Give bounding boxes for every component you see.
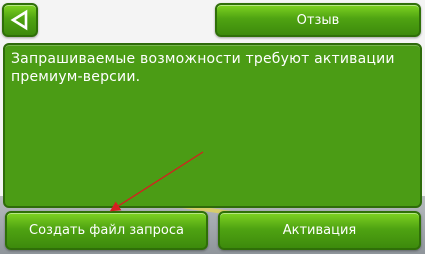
feedback-button-label: Отзыв xyxy=(296,12,340,28)
create-request-file-label: Создать файл запроса xyxy=(29,223,184,238)
feedback-button[interactable]: Отзыв xyxy=(215,3,421,37)
activation-label: Активация xyxy=(282,223,357,238)
create-request-file-button[interactable]: Создать файл запроса xyxy=(5,211,208,250)
message-text: Запрашиваемые возможности требуют актива… xyxy=(11,51,395,85)
back-button[interactable] xyxy=(2,3,38,37)
back-arrow-icon xyxy=(10,9,28,31)
message-panel: Запрашиваемые возможности требуют актива… xyxy=(3,43,422,208)
activation-button[interactable]: Активация xyxy=(218,211,421,250)
